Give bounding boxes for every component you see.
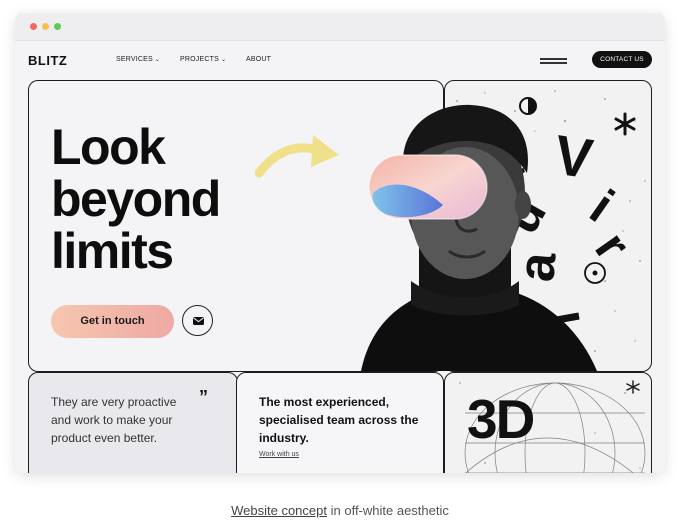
headline-line: Look [51,119,166,175]
hamburger-menu-icon[interactable] [540,58,567,64]
caption-text: in off-white aesthetic [330,503,449,518]
testimonial-card: They are very proactive and work to make… [28,372,238,473]
chevron-down-icon: ⌄ [220,57,227,63]
get-in-touch-button[interactable]: Get in touch [51,305,174,338]
asterisk-icon [614,112,636,136]
website-concept-link[interactable]: Website concept [231,503,327,518]
contact-us-button[interactable]: CONTACT US [592,51,652,68]
team-description: The most experienced, specialised team a… [259,395,419,445]
nav-label: SERVICES [116,56,153,63]
mail-button[interactable] [182,305,213,336]
chevron-down-icon: ⌄ [154,57,161,63]
asterisk-icon [626,380,640,394]
3d-label: 3D [467,388,535,450]
nav-item-about[interactable]: ABOUT [246,56,271,63]
person-with-vr-headset-image [361,104,597,371]
nav-item-services[interactable]: SERVICES ⌄ [116,56,160,63]
browser-window: BLITZ SERVICES ⌄ PROJECTS ⌄ ABOUT CONTACT … [15,13,665,473]
envelope-icon [193,317,204,325]
testimonial-text: They are very proactive and work to make… [51,395,177,445]
curved-arrow-icon [255,135,339,178]
quote-mark-icon: ” [199,387,208,407]
hero-headline: Look beyond limits [51,119,221,279]
headline-line: limits [51,223,174,279]
work-with-us-link[interactable]: Work with us [259,451,299,458]
close-window-dot[interactable] [30,23,37,30]
logo[interactable]: BLITZ [28,53,67,68]
title-bar [15,13,665,41]
minimize-window-dot[interactable] [42,23,49,30]
3d-card: 3D [444,372,652,473]
caption: Website concept in off-white aesthetic [0,503,680,518]
team-card: The most experienced, specialised team a… [236,372,444,473]
nav-item-projects[interactable]: PROJECTS ⌄ [180,56,226,63]
nav-label: PROJECTS [180,56,219,63]
headline-line: beyond [51,171,221,227]
maximize-window-dot[interactable] [54,23,61,30]
top-nav: BLITZ SERVICES ⌄ PROJECTS ⌄ ABOUT CONTACT … [15,41,665,79]
